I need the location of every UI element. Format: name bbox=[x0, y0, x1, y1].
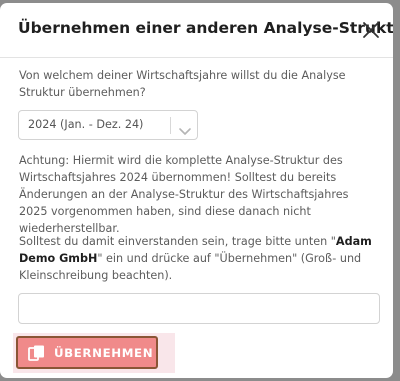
dialog-title: Übernehmen einer anderen Analyse-Struktu… bbox=[18, 19, 393, 37]
fiscal-year-select[interactable]: 2024 (Jan. - Dez. 24) bbox=[18, 110, 198, 140]
select-divider bbox=[170, 117, 171, 134]
fiscal-year-selected-value: 2024 (Jan. - Dez. 24) bbox=[28, 118, 144, 131]
close-icon[interactable] bbox=[362, 21, 380, 39]
submit-button[interactable]: ÜBERNEHMEN bbox=[16, 336, 158, 369]
warning-text: Achtung: Hiermit wird die komplette Anal… bbox=[19, 154, 349, 235]
chevron-down-icon[interactable] bbox=[178, 121, 192, 140]
submit-button-label: ÜBERNEHMEN bbox=[54, 346, 154, 360]
dialog-header: Übernehmen einer anderen Analyse-Struktu… bbox=[0, 3, 393, 58]
analysis-structure-dialog: Übernehmen einer anderen Analyse-Struktu… bbox=[0, 3, 393, 378]
company-name-input[interactable] bbox=[18, 293, 380, 324]
confirmation-instructions: Solltest du damit einverstanden sein, tr… bbox=[19, 233, 379, 284]
copy-icon bbox=[28, 345, 46, 365]
confirm-prefix: Solltest du damit einverstanden sein, tr… bbox=[19, 235, 336, 248]
year-question-text: Von welchem deiner Wirtschaftsjahre will… bbox=[19, 69, 346, 99]
